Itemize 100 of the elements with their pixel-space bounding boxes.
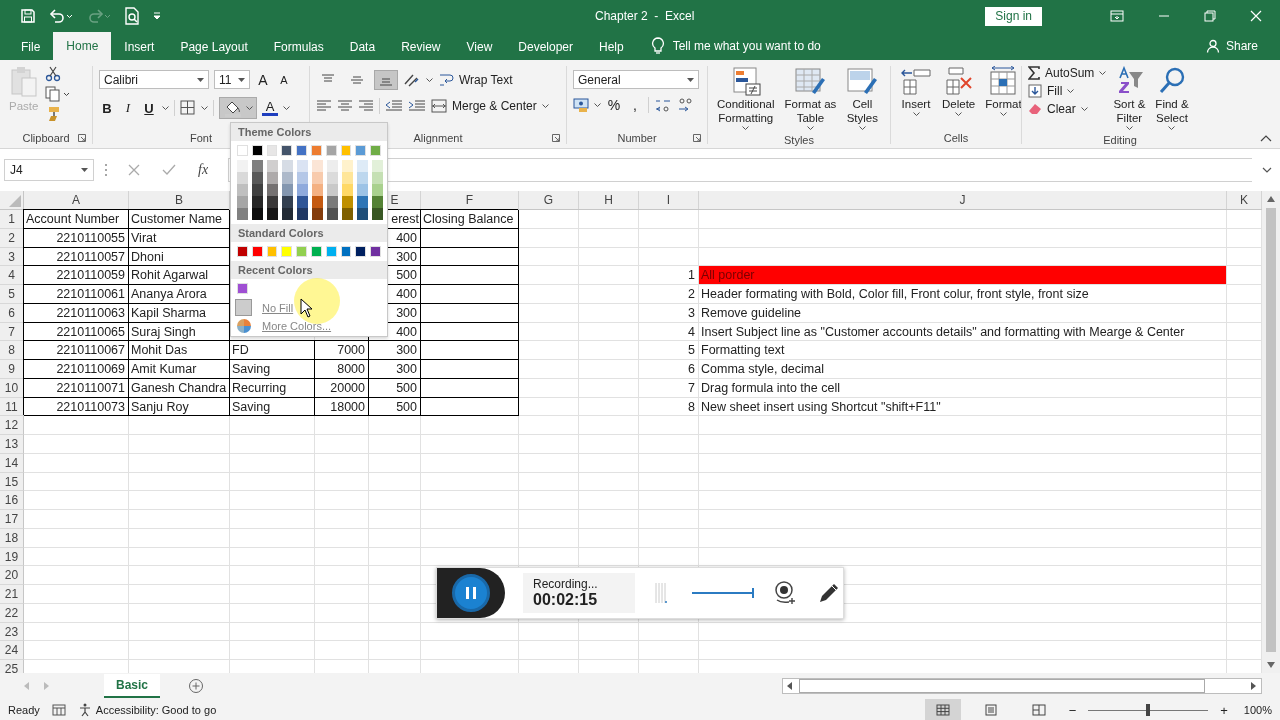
- ribbon-tab[interactable]: Developer: [505, 34, 586, 60]
- table-cell: 2210110073: [24, 397, 129, 417]
- shrink-font-button[interactable]: A: [276, 73, 292, 86]
- group-label: Number: [617, 132, 657, 144]
- delete-cells-button[interactable]: Delete: [939, 64, 979, 118]
- menu-heading: Theme Colors: [231, 123, 387, 141]
- wrap-text-button[interactable]: Wrap Text: [438, 72, 513, 88]
- underline-button[interactable]: U: [141, 100, 157, 116]
- table-cell: 7: [639, 378, 699, 398]
- zoom-level[interactable]: 100%: [1243, 704, 1272, 716]
- table-cell: 6: [639, 360, 699, 379]
- zoom-out-button[interactable]: −: [1068, 702, 1077, 718]
- row-header[interactable]: 12: [0, 416, 24, 435]
- fill-button[interactable]: Fill: [1028, 84, 1107, 98]
- table-cell: 5: [639, 341, 699, 360]
- ribbon-tab[interactable]: Help: [586, 34, 637, 60]
- table-cell: Comma style, decimal: [699, 360, 1227, 379]
- table-cell: Closing Balance: [421, 210, 519, 229]
- row-header[interactable]: 21: [0, 585, 24, 604]
- table-cell: Ganesh Chandra: [129, 378, 230, 398]
- group-label: Cells: [943, 132, 969, 144]
- row-header[interactable]: 24: [0, 641, 24, 660]
- cell-styles-button[interactable]: Cell Styles: [843, 64, 882, 132]
- group-label: Alignment: [413, 132, 463, 144]
- column-header[interactable]: A: [24, 191, 129, 209]
- row-header[interactable]: 8: [0, 341, 24, 360]
- row-header[interactable]: 25: [0, 660, 24, 673]
- table-cell: Account Number: [24, 210, 129, 229]
- table-cell: 8: [639, 397, 699, 417]
- table-cell: 300: [369, 341, 421, 360]
- table-cell: Mohit Das: [129, 341, 230, 360]
- table-cell: 2210110069: [24, 360, 129, 379]
- clear-button[interactable]: Clear: [1028, 102, 1107, 116]
- table-cell: 2210110063: [24, 303, 129, 323]
- zoom-in-button[interactable]: +: [1220, 702, 1228, 718]
- ribbon-tab[interactable]: Data: [336, 34, 389, 60]
- insert-cells-button[interactable]: Insert: [897, 64, 935, 118]
- tell-me-field[interactable]: Tell me what you want to do: [672, 39, 863, 53]
- autosum-button[interactable]: AutoSum: [1028, 66, 1107, 80]
- column-header[interactable]: I: [639, 191, 699, 209]
- table-cell: 20000: [315, 378, 369, 398]
- table-cell: All porder: [699, 266, 1227, 285]
- ribbon-tab[interactable]: Insert: [111, 34, 168, 60]
- sheet-tab[interactable]: Basic: [104, 674, 161, 698]
- table-cell: Sanju Roy: [129, 397, 230, 417]
- table-cell: Formatting text: [699, 341, 1227, 360]
- group-label: Editing: [1103, 134, 1137, 146]
- font-size-field[interactable]: 11: [214, 70, 250, 89]
- row-header[interactable]: 16: [0, 491, 24, 510]
- row-header[interactable]: 13: [0, 435, 24, 454]
- ribbon-tab[interactable]: Formulas: [260, 34, 337, 60]
- window-title: Chapter 2 - Excel: [595, 9, 695, 23]
- share-button[interactable]: Share: [1205, 39, 1258, 53]
- ribbon-tab[interactable]: Home: [53, 32, 112, 60]
- column-header[interactable]: J: [699, 191, 1227, 209]
- row-header[interactable]: 20: [0, 566, 24, 585]
- ribbon-tab[interactable]: View: [453, 34, 506, 60]
- find-select-button[interactable]: Find & Select: [1152, 64, 1192, 132]
- row-header[interactable]: 4: [0, 266, 24, 285]
- ribbon-tab[interactable]: Review: [388, 34, 454, 60]
- row-header[interactable]: 1: [0, 210, 24, 229]
- sort-filter-button[interactable]: Sort & Filter: [1110, 64, 1149, 132]
- row-header[interactable]: 9: [0, 360, 24, 379]
- accessibility-status[interactable]: Accessibility: Good to go: [77, 703, 217, 717]
- column-header[interactable]: H: [579, 191, 639, 209]
- column-header[interactable]: F: [421, 191, 519, 209]
- group-label: Styles: [784, 134, 814, 146]
- insert-function-button[interactable]: fx: [198, 162, 209, 178]
- group-label: Clipboard: [22, 132, 70, 144]
- sign-in-button[interactable]: Sign in: [985, 6, 1042, 26]
- font-color-button[interactable]: A: [262, 100, 278, 116]
- font-name-field[interactable]: Calibri: [99, 70, 209, 89]
- ribbon-tab[interactable]: File: [8, 34, 54, 60]
- table-cell: 2210110057: [24, 247, 129, 267]
- column-header[interactable]: G: [519, 191, 579, 209]
- conditional-formatting-button[interactable]: Conditional Formatting: [714, 64, 778, 132]
- italic-button[interactable]: I: [120, 100, 136, 116]
- table-cell: 500: [369, 378, 421, 398]
- table-cell: Header formating with Bold, Color fill, Front colur, front style, front size: [699, 285, 1227, 304]
- bold-button[interactable]: B: [99, 100, 115, 116]
- table-cell: Amit Kumar: [129, 360, 230, 379]
- row-header[interactable]: 5: [0, 285, 24, 304]
- table-cell: Insert Subject line as "Customer accounts details" and formatting with Mearge & Center: [699, 322, 1227, 342]
- comma-style-button[interactable]: ,: [627, 97, 643, 113]
- row-header[interactable]: 17: [0, 510, 24, 529]
- format-cells-button[interactable]: Format: [982, 64, 1025, 118]
- table-cell: 18000: [315, 397, 369, 417]
- number-format-field[interactable]: General: [573, 70, 699, 89]
- format-as-table-button[interactable]: Format as Table: [781, 64, 840, 132]
- group-label: Font: [190, 132, 212, 144]
- grow-font-button[interactable]: A: [255, 71, 271, 88]
- table-cell: Saving: [230, 397, 315, 417]
- table-cell: 4: [639, 322, 699, 342]
- ribbon-tab[interactable]: Page Layout: [167, 34, 261, 60]
- menu-heading: Standard Colors: [231, 224, 387, 242]
- table-cell: Drag formula into the cell: [699, 378, 1227, 398]
- merge-center-button[interactable]: Merge & Center: [431, 99, 549, 113]
- percent-button[interactable]: %: [606, 97, 622, 113]
- table-cell: 7000: [315, 341, 369, 360]
- name-box[interactable]: J4: [4, 159, 94, 181]
